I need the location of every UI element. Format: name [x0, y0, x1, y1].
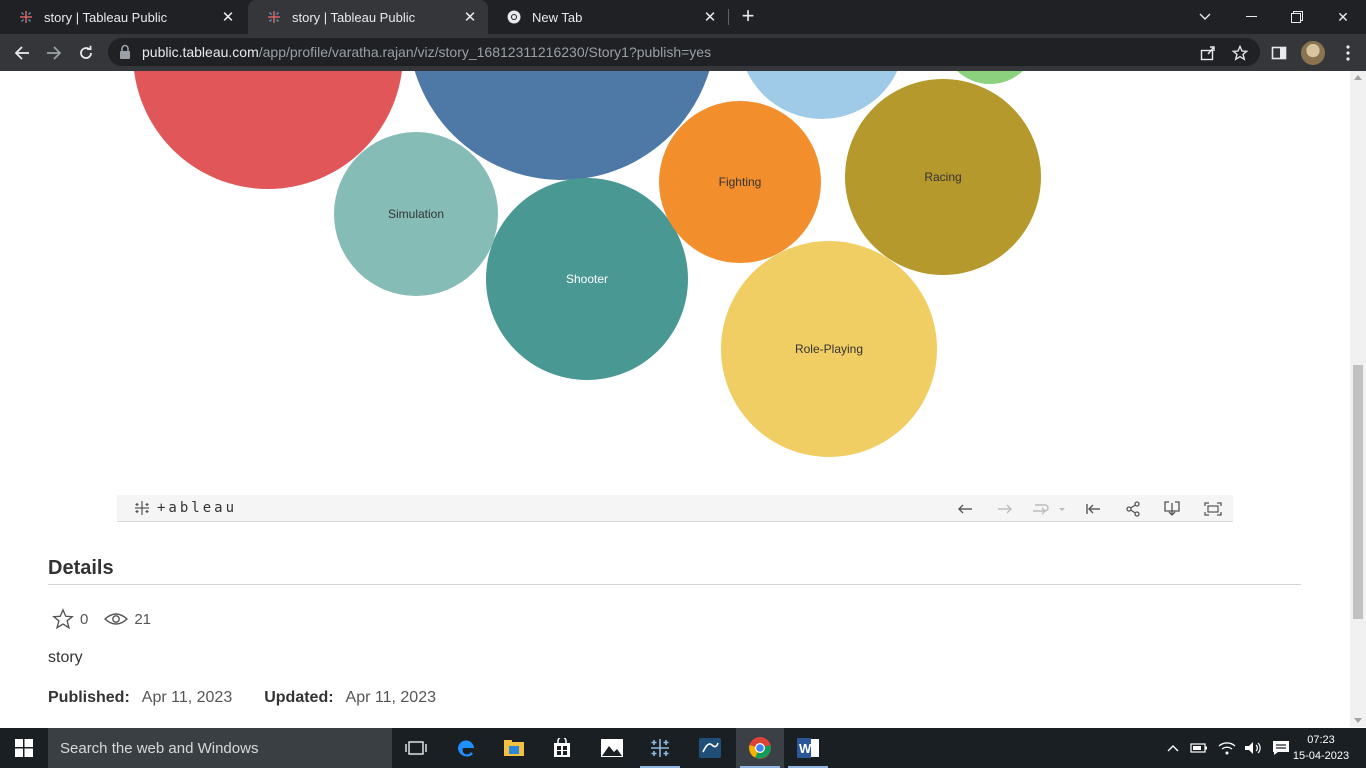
close-window-button[interactable]: ✕ — [1320, 0, 1366, 34]
bubble-label: Fighting — [719, 175, 762, 189]
photos-icon[interactable] — [588, 728, 636, 768]
fullscreen-icon[interactable] — [1202, 498, 1224, 520]
revert-dropdown-icon[interactable] — [1029, 498, 1069, 520]
chevron-up-icon[interactable] — [1166, 743, 1180, 753]
system-tray — [1166, 728, 1290, 768]
windows-taskbar: Search the web and Windows W 07:23 15-04… — [0, 728, 1366, 768]
url-host: public.tableau.com — [142, 44, 259, 60]
tableau-viz-toolbar: +ableau — [117, 495, 1233, 522]
side-panel-icon[interactable] — [1265, 39, 1293, 67]
new-tab-button[interactable]: + — [736, 5, 760, 29]
wifi-icon[interactable] — [1218, 741, 1236, 755]
tableau-logo-icon — [135, 501, 149, 515]
browser-tab-strip: story | Tableau Public ✕ story | Tableau… — [0, 0, 1366, 34]
close-tab-icon[interactable]: ✕ — [702, 9, 718, 26]
viz-stats: 0 21 — [52, 608, 167, 630]
scroll-thumb[interactable] — [1353, 365, 1363, 619]
taskbar-search-box[interactable]: Search the web and Windows — [48, 728, 392, 768]
share-page-icon[interactable] — [1194, 39, 1222, 67]
views-count: 21 — [134, 610, 152, 628]
url-text[interactable]: public.tableau.com/app/profile/varatha.r… — [142, 44, 711, 60]
chrome-icon — [506, 9, 522, 25]
redo-arrow-icon[interactable] — [994, 498, 1016, 520]
url-path: /app/profile/varatha.rajan/viz/story_168… — [258, 44, 712, 60]
back-button[interactable] — [8, 39, 36, 67]
reload-button[interactable] — [72, 39, 100, 67]
lock-icon[interactable] — [118, 44, 134, 60]
mysql-workbench-icon[interactable] — [686, 728, 734, 768]
word-icon[interactable]: W — [784, 728, 832, 768]
file-explorer-icon[interactable] — [490, 728, 538, 768]
clock-time: 07:23 — [1307, 734, 1335, 746]
tableau-logo: +ableau — [133, 500, 237, 516]
browser-tab-3[interactable]: New Tab ✕ — [488, 0, 728, 34]
undo-arrow-icon[interactable] — [954, 498, 976, 520]
scroll-down-arrow-icon[interactable] — [1354, 718, 1362, 723]
published-date: Apr 11, 2023 — [141, 689, 233, 706]
volume-icon[interactable] — [1244, 741, 1262, 755]
favorites-count: 0 — [80, 610, 89, 628]
browser-tab-1[interactable]: story | Tableau Public ✕ — [0, 0, 246, 34]
close-tab-icon[interactable]: ✕ — [462, 9, 478, 26]
updated-label: Updated: — [264, 689, 334, 706]
battery-icon[interactable] — [1190, 742, 1208, 754]
store-icon[interactable] — [538, 728, 586, 768]
forward-button[interactable] — [40, 39, 68, 67]
share-icon[interactable] — [1122, 498, 1144, 520]
tab-title: New Tab — [532, 9, 583, 25]
page-scrollbar[interactable] — [1350, 71, 1366, 727]
bubble-group: Simulation Shooter Fighting Racing Role-Play… — [134, 71, 1041, 457]
bubble-label: Simulation — [388, 207, 444, 221]
search-placeholder: Search the web and Windows — [60, 739, 259, 757]
browser-tab-2-active[interactable]: story | Tableau Public ✕ — [248, 0, 488, 34]
tableau-favicon-icon — [266, 9, 282, 25]
star-icon — [52, 608, 74, 630]
viz-name: story — [48, 649, 83, 666]
tab-title: story | Tableau Public — [292, 9, 416, 25]
tab-search-icon[interactable] — [1182, 0, 1228, 34]
updated-date: Apr 11, 2023 — [345, 689, 436, 706]
tab-separator — [728, 9, 729, 25]
tableau-app-icon[interactable] — [636, 728, 684, 768]
views-stat: 21 — [104, 611, 151, 628]
task-view-icon[interactable] — [392, 728, 440, 768]
tableau-favicon-icon — [18, 9, 34, 25]
system-clock[interactable]: 07:23 15-04-2023 — [1286, 732, 1356, 764]
bubble-label: Racing — [924, 170, 961, 184]
start-button[interactable] — [0, 728, 48, 768]
svg-text:W: W — [799, 741, 812, 756]
viz-dates: Published: Apr 11, 2023 Updated: Apr 11,… — [48, 689, 468, 707]
favorite-stat[interactable]: 0 — [52, 608, 88, 630]
clock-date: 15-04-2023 — [1292, 750, 1350, 762]
tab-title: story | Tableau Public — [44, 9, 168, 25]
bubble-label: Role-Playing — [795, 342, 863, 356]
bubble-chart[interactable]: Simulation Shooter Fighting Racing Role-Play… — [0, 71, 1350, 491]
divider — [48, 584, 1301, 585]
menu-kebab-icon[interactable] — [1334, 39, 1362, 67]
tableau-logo-text: +ableau — [157, 500, 238, 516]
page-content: Simulation Shooter Fighting Racing Role-Play… — [0, 71, 1350, 727]
edge-browser-icon[interactable] — [442, 728, 490, 768]
chrome-taskbar-icon[interactable] — [736, 728, 784, 768]
close-tab-icon[interactable]: ✕ — [220, 9, 236, 26]
minimize-button[interactable] — [1228, 0, 1274, 34]
download-icon[interactable] — [1161, 498, 1183, 520]
reset-first-icon[interactable] — [1082, 498, 1104, 520]
bubble-label: Shooter — [566, 272, 608, 286]
windows-logo-icon — [15, 739, 33, 757]
profile-avatar[interactable] — [1301, 41, 1325, 65]
bookmark-star-icon[interactable] — [1226, 39, 1254, 67]
published-label: Published: — [48, 689, 130, 706]
details-heading: Details — [48, 557, 114, 579]
eye-icon — [104, 613, 129, 625]
restore-button[interactable] — [1274, 0, 1320, 34]
scroll-up-arrow-icon[interactable] — [1354, 75, 1362, 80]
